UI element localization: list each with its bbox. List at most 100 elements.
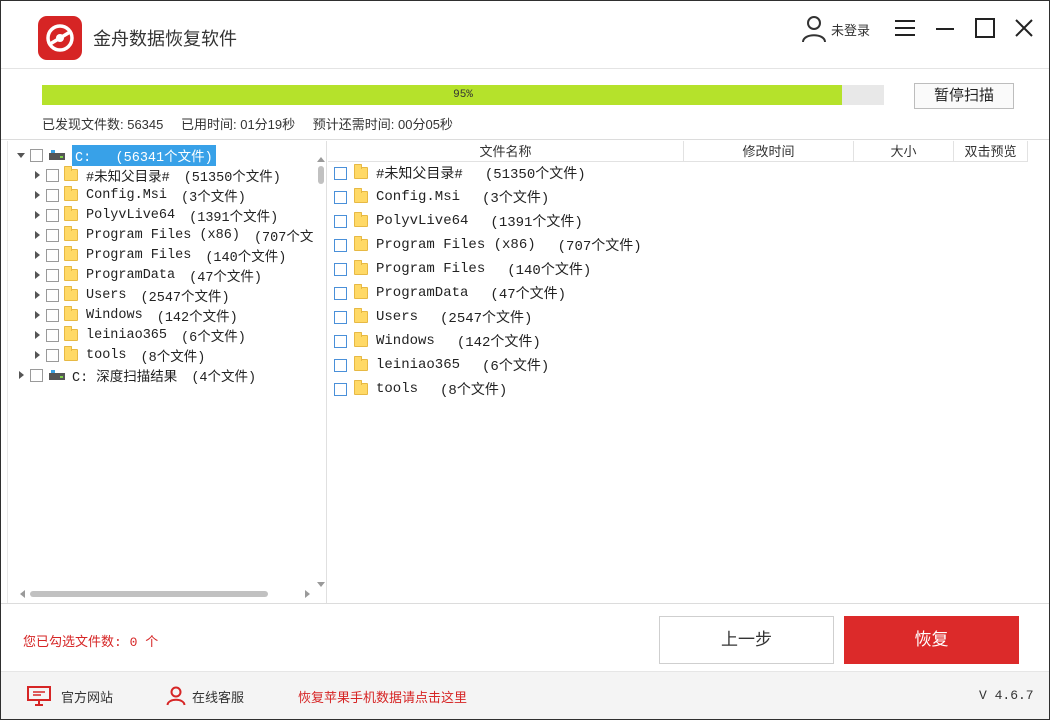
row-checkbox[interactable] <box>334 262 347 276</box>
file-list-row[interactable]: Windows (142个文件) <box>334 330 541 352</box>
expand-arrow-icon[interactable] <box>32 310 42 320</box>
tree-root-count: (56341个文件) <box>115 150 213 166</box>
row-checkbox[interactable] <box>334 310 347 324</box>
folder-icon <box>64 286 78 301</box>
file-list-row[interactable]: tools (8个文件) <box>334 378 507 400</box>
app-window: 金舟数据恢复软件 未登录 95% 暂停扫描 已发现文件数: 56345 已用时间… <box>0 0 1050 720</box>
file-list-row[interactable]: PolyvLive64 (1391个文件) <box>334 210 583 232</box>
tree-root-drive[interactable]: C: (56341个文件) <box>16 144 216 166</box>
row-checkbox[interactable] <box>334 334 347 348</box>
tree-item-count: (47个文件) <box>189 270 263 286</box>
tree-checkbox[interactable] <box>46 308 59 322</box>
row-checkbox[interactable] <box>334 190 347 204</box>
expand-arrow-icon[interactable] <box>32 230 42 240</box>
expand-arrow-icon[interactable] <box>32 350 42 360</box>
file-count: (1391个文件) <box>490 215 583 231</box>
expand-arrow-icon[interactable] <box>32 210 42 220</box>
tree-vertical-scrollbar[interactable] <box>317 157 325 587</box>
action-bar: 您已勾选文件数: 0 个 上一步 恢复 <box>1 603 1049 671</box>
collapse-arrow-icon[interactable] <box>16 150 26 160</box>
row-checkbox[interactable] <box>334 238 347 252</box>
tree-item[interactable]: Windows (142个文件) <box>32 305 238 326</box>
expand-arrow-icon[interactable] <box>32 170 42 180</box>
tree-horizontal-scrollbar[interactable] <box>20 588 310 600</box>
tree-checkbox[interactable] <box>30 148 43 162</box>
file-name: Users <box>376 309 419 325</box>
official-website-label: 官方网站 <box>61 689 114 705</box>
tree-item[interactable]: #未知父目录# (51350个文件) <box>32 165 281 186</box>
previous-step-button[interactable]: 上一步 <box>659 616 834 664</box>
tree-item[interactable]: Program Files (x86) (707个文 <box>32 225 314 246</box>
file-list-row[interactable]: leiniao365 (6个文件) <box>334 354 549 376</box>
app-title: 金舟数据恢复软件 <box>93 29 237 49</box>
scan-stats: 已发现文件数: 56345 已用时间: 01分19秒 预计还需时间: 00分05… <box>42 114 467 133</box>
file-list-row[interactable]: Users (2547个文件) <box>334 306 532 328</box>
file-list-row[interactable]: Program Files (140个文件) <box>334 258 591 280</box>
user-icon <box>802 16 826 43</box>
login-button[interactable]: 未登录 <box>801 15 870 43</box>
tree-deep-scan[interactable]: C: 深度扫描结果 (4个文件) <box>16 365 256 386</box>
file-list-row[interactable]: #未知父目录# (51350个文件) <box>334 162 586 184</box>
column-header-modified[interactable]: 修改时间 <box>684 141 854 162</box>
tree-checkbox[interactable] <box>46 188 59 202</box>
expand-arrow-icon[interactable] <box>32 250 42 260</box>
tree-checkbox[interactable] <box>46 228 59 242</box>
tree-item[interactable]: PolyvLive64 (1391个文件) <box>32 205 279 226</box>
iphone-recovery-link[interactable]: 恢复苹果手机数据请点击这里 <box>298 687 467 706</box>
row-checkbox[interactable] <box>334 358 347 372</box>
expand-arrow-icon[interactable] <box>32 290 42 300</box>
folder-icon <box>354 236 368 251</box>
tree-checkbox[interactable] <box>46 348 59 362</box>
column-header-name[interactable]: 文件名称 <box>328 141 684 162</box>
tree-item-label: tools <box>86 347 127 363</box>
tree-item[interactable]: Users (2547个文件) <box>32 285 230 306</box>
version-label: V 4.6.7 <box>979 688 1034 703</box>
expand-arrow-icon[interactable] <box>32 270 42 280</box>
official-website-link[interactable]: 官方网站 <box>27 686 113 706</box>
folder-tree-panel: C: (56341个文件) #未知父目录# (51350个文件) Config.Ms… <box>7 141 327 603</box>
column-header-preview[interactable]: 双击预览 <box>954 141 1028 162</box>
minimize-icon[interactable] <box>932 15 958 41</box>
tree-checkbox[interactable] <box>46 268 59 282</box>
expand-arrow-icon[interactable] <box>32 190 42 200</box>
tree-root-label[interactable]: C: (56341个文件) <box>72 144 216 166</box>
tree-checkbox[interactable] <box>46 208 59 222</box>
file-count: (140个文件) <box>507 263 592 279</box>
file-list-row[interactable]: Config.Msi (3个文件) <box>334 186 549 208</box>
tree-item-label: Users <box>86 287 127 303</box>
column-header-size[interactable]: 大小 <box>854 141 954 162</box>
file-list-row[interactable]: ProgramData (47个文件) <box>334 282 566 304</box>
pause-scan-button[interactable]: 暂停扫描 <box>914 83 1014 109</box>
tree-item-count: (142个文件) <box>156 310 238 326</box>
folder-icon <box>354 308 368 323</box>
tree-checkbox[interactable] <box>46 248 59 262</box>
tree-checkbox[interactable] <box>46 328 59 342</box>
drive-icon <box>49 150 65 160</box>
tree-item[interactable]: Config.Msi (3个文件) <box>32 185 246 206</box>
tree-checkbox[interactable] <box>30 368 43 382</box>
maximize-icon[interactable] <box>972 15 998 41</box>
recover-button[interactable]: 恢复 <box>844 616 1019 664</box>
file-list-row[interactable]: Program Files (x86) (707个文件) <box>334 234 642 256</box>
remaining-time: 预计还需时间: 00分05秒 <box>312 117 453 132</box>
tree-item-count: (51350个文件) <box>183 170 281 186</box>
tree-item-count: (1391个文件) <box>189 210 279 226</box>
tree-item[interactable]: ProgramData (47个文件) <box>32 265 263 286</box>
tree-item-count: (8个文件) <box>140 350 206 366</box>
row-checkbox[interactable] <box>334 382 347 396</box>
row-checkbox[interactable] <box>334 214 347 228</box>
online-service-link[interactable]: 在线客服 <box>166 686 244 706</box>
menu-icon[interactable] <box>892 15 918 41</box>
tree-checkbox[interactable] <box>46 288 59 302</box>
row-checkbox[interactable] <box>334 166 347 180</box>
tree-checkbox[interactable] <box>46 168 59 182</box>
app-logo-icon <box>38 16 82 60</box>
tree-item-count: (707个文 <box>253 230 314 246</box>
expand-arrow-icon[interactable] <box>16 370 26 380</box>
tree-item[interactable]: tools (8个文件) <box>32 345 206 366</box>
row-checkbox[interactable] <box>334 286 347 300</box>
tree-item[interactable]: leiniao365 (6个文件) <box>32 325 246 346</box>
close-icon[interactable] <box>1011 15 1037 41</box>
expand-arrow-icon[interactable] <box>32 330 42 340</box>
tree-item[interactable]: Program Files (140个文件) <box>32 245 286 266</box>
